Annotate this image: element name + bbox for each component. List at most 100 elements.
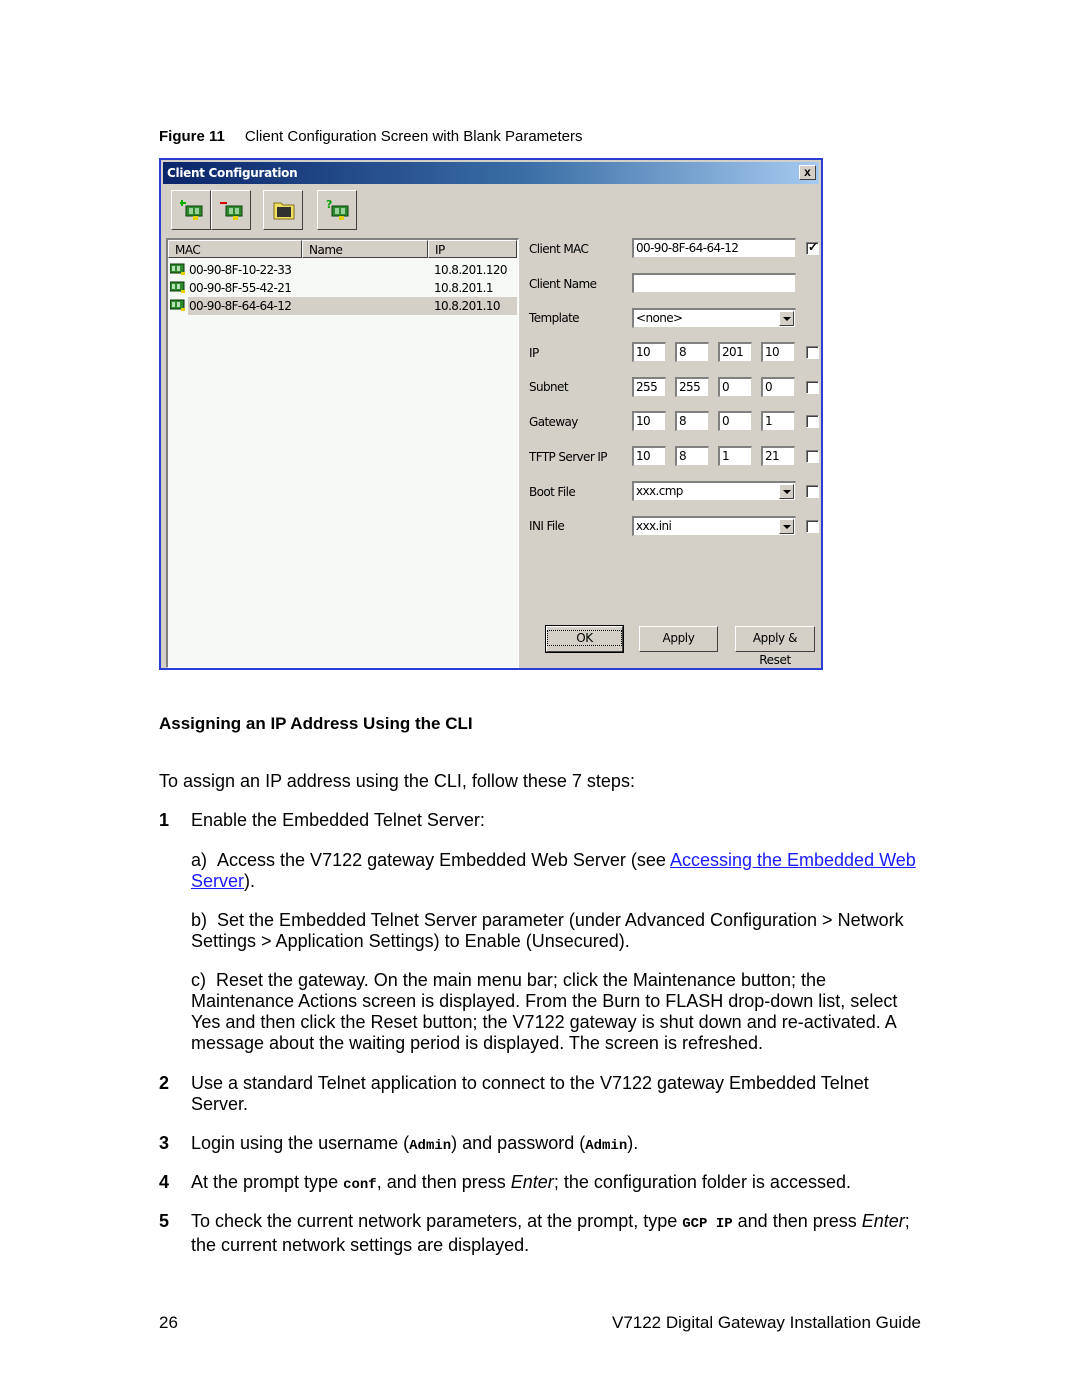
section-heading: Assigning an IP Address Using the CLI (159, 714, 473, 733)
boot-file-checkbox[interactable] (806, 485, 819, 498)
ok-button[interactable]: OK (545, 625, 624, 653)
network-card-icon (170, 299, 185, 311)
tftp-octet-4[interactable]: 21 (761, 446, 795, 466)
list-item[interactable]: 00-90-8F-55-42-21 10.8.201.1 (168, 279, 517, 297)
chevron-down-icon[interactable] (779, 519, 794, 534)
ini-file-value: xxx.ini (636, 519, 672, 533)
network-card-icon (170, 281, 185, 293)
row-ip: 10.8.201.120 (434, 263, 508, 277)
window-title: Client Configuration (167, 166, 298, 180)
step-2: 2 Use a standard Telnet application to c… (159, 1073, 929, 1115)
list-header: MAC Name IP (168, 240, 517, 258)
tftp-octet-3[interactable]: 1 (718, 446, 752, 466)
tftp-octet-1[interactable]: 10 (632, 446, 666, 466)
ini-file-dropdown[interactable]: xxx.ini (632, 516, 796, 536)
remove-client-icon (220, 202, 243, 220)
chevron-down-icon[interactable] (779, 484, 794, 499)
client-mac-label: Client MAC (529, 242, 589, 256)
query-client-icon: ? (326, 199, 349, 220)
tftp-octet-2[interactable]: 8 (675, 446, 709, 466)
step-text: Login using the username ( (191, 1133, 410, 1153)
enter-key-text: Enter (510, 1172, 554, 1192)
substep-letter: b) (191, 910, 208, 930)
gateway-label: Gateway (529, 415, 578, 429)
row-mac: 00-90-8F-64-64-12 (189, 299, 292, 313)
ip-octet-1[interactable]: 10 (632, 342, 666, 362)
subnet-octet-2[interactable]: 255 (675, 377, 709, 397)
tftp-checkbox[interactable] (806, 450, 819, 463)
step-number: 5 (159, 1211, 170, 1231)
svg-text:?: ? (326, 199, 332, 211)
client-name-field[interactable] (632, 273, 796, 293)
boot-file-label: Boot File (529, 485, 576, 499)
conf-code: conf (343, 1177, 377, 1193)
close-button[interactable]: x (799, 165, 816, 180)
remove-client-button[interactable] (211, 190, 251, 230)
subnet-checkbox[interactable] (806, 381, 819, 394)
gateway-octet-3[interactable]: 0 (718, 411, 752, 431)
column-header-ip[interactable]: IP (428, 240, 517, 258)
step-text: To check the current network parameters,… (191, 1211, 683, 1231)
substep-text: Reset the gateway. On the main menu bar;… (191, 970, 898, 1053)
subnet-octet-1[interactable]: 255 (632, 377, 666, 397)
subnet-label: Subnet (529, 380, 569, 394)
title-bar[interactable]: Client Configuration x (163, 162, 819, 184)
step-text-end: ; the configuration folder is accessed. (553, 1172, 851, 1192)
row-ip: 10.8.201.10 (434, 299, 501, 313)
template-label: Template (529, 311, 580, 325)
password-code: Admin (585, 1138, 628, 1154)
row-mac: 00-90-8F-10-22-33 (189, 263, 292, 277)
ini-file-label: INI File (529, 519, 565, 533)
chevron-down-icon[interactable] (779, 311, 794, 326)
ip-checkbox[interactable] (806, 346, 819, 359)
client-mac-checkbox[interactable] (806, 240, 819, 255)
client-list[interactable]: MAC Name IP 00-90-8F-10-22-33 10.8.201.1… (166, 238, 519, 668)
column-header-name[interactable]: Name (302, 240, 428, 258)
ini-file-checkbox[interactable] (806, 520, 819, 533)
step-text-mid: , and then press (376, 1172, 511, 1192)
step-text: Enable the Embedded Telnet Server: (191, 810, 485, 830)
username-code: Admin (409, 1138, 452, 1154)
step-number: 3 (159, 1133, 170, 1153)
step-text: At the prompt type (191, 1172, 344, 1192)
ip-octet-3[interactable]: 201 (718, 342, 752, 362)
step-text: Use a standard Telnet application to con… (191, 1073, 869, 1114)
step-4: 4 At the prompt type conf, and then pres… (159, 1172, 929, 1196)
substep-c: c) Reset the gateway. On the main menu ba… (191, 970, 931, 1054)
template-dropdown[interactable]: <none> (632, 308, 796, 328)
gateway-octet-1[interactable]: 10 (632, 411, 666, 431)
row-mac: 00-90-8F-55-42-21 (189, 281, 292, 295)
open-folder-button[interactable] (263, 190, 303, 230)
gcp-ip-code: GCP IP (682, 1216, 733, 1232)
list-item[interactable]: 00-90-8F-10-22-33 10.8.201.120 (168, 261, 517, 279)
step-text-mid: ) and password ( (451, 1133, 586, 1153)
subnet-octet-3[interactable]: 0 (718, 377, 752, 397)
figure-label: Figure 11 (159, 128, 225, 145)
add-client-button[interactable] (171, 190, 211, 230)
step-text-mid: and then press (732, 1211, 862, 1231)
boot-file-dropdown[interactable]: xxx.cmp (632, 481, 796, 501)
ip-octet-4[interactable]: 10 (761, 342, 795, 362)
apply-reset-button[interactable]: Apply & Reset (735, 626, 815, 667)
gateway-octet-2[interactable]: 8 (675, 411, 709, 431)
network-card-icon (170, 263, 185, 275)
list-item-selected[interactable]: 00-90-8F-64-64-12 10.8.201.10 (168, 297, 517, 315)
tftp-server-ip-label: TFTP Server IP (529, 450, 608, 464)
substep-text: Set the Embedded Telnet Server parameter… (191, 910, 904, 951)
client-mac-field[interactable]: 00-90-8F-64-64-12 (632, 238, 796, 258)
folder-icon (273, 202, 295, 220)
boot-file-value: xxx.cmp (636, 484, 683, 498)
figure-caption-text: Client Configuration Screen with Blank P… (244, 128, 583, 145)
query-client-button[interactable]: ? (317, 190, 357, 230)
step-5: 5 To check the current network parameter… (159, 1211, 929, 1256)
subnet-octet-4[interactable]: 0 (761, 377, 795, 397)
gateway-checkbox[interactable] (806, 415, 819, 428)
step-number: 2 (159, 1073, 170, 1093)
ip-octet-2[interactable]: 8 (675, 342, 709, 362)
close-icon: x (804, 165, 811, 179)
gateway-octet-4[interactable]: 1 (761, 411, 795, 431)
apply-button[interactable]: Apply (639, 626, 718, 652)
substep-a: a) Access the V7122 gateway Embedded Web … (191, 850, 931, 892)
step-3: 3 Login using the username (Admin) and p… (159, 1133, 929, 1157)
column-header-mac[interactable]: MAC (168, 240, 302, 258)
